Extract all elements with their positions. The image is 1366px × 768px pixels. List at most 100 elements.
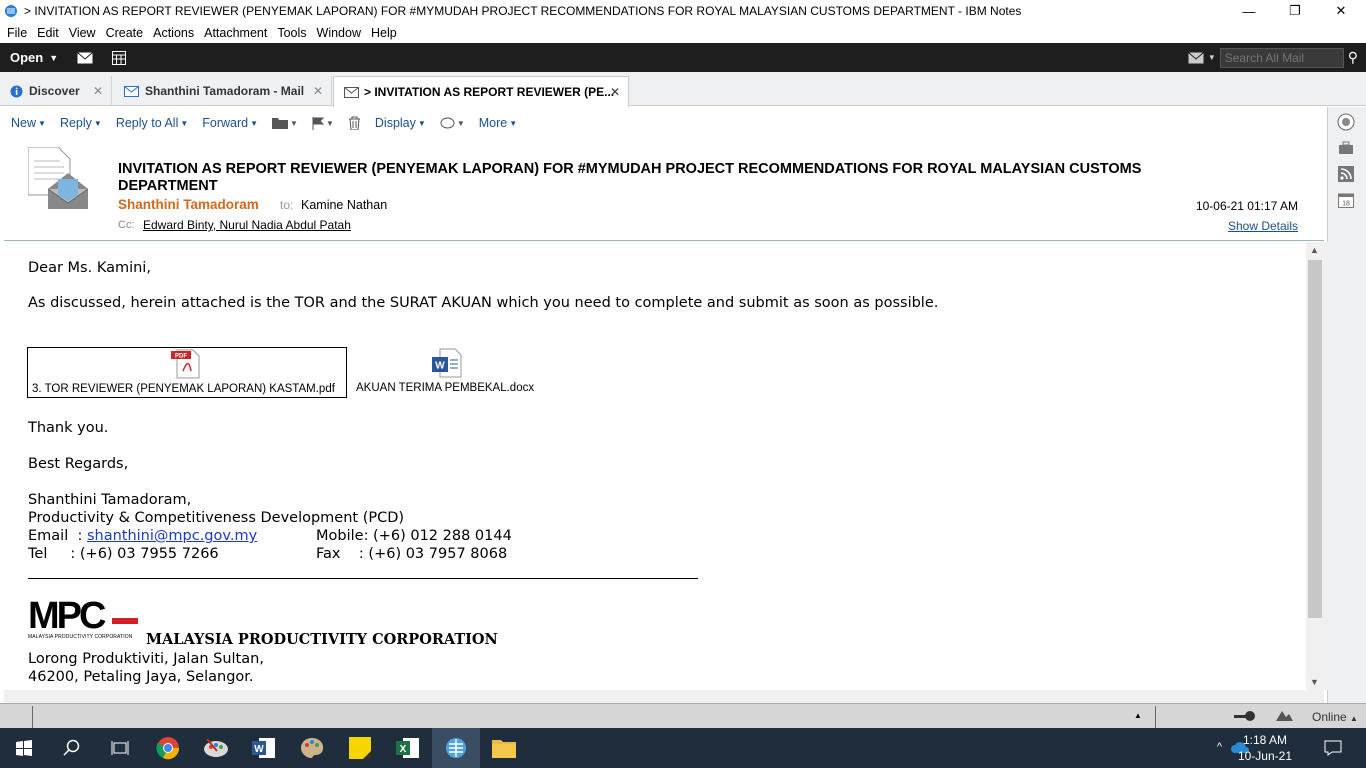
close-icon[interactable]: ✕ — [93, 84, 103, 98]
recipient-name[interactable]: Kamine Nathan — [301, 198, 387, 212]
menu-edit[interactable]: Edit — [37, 26, 59, 40]
signature-tel: Tel : (+6) 03 7955 7266 — [28, 546, 219, 562]
search-icon[interactable] — [48, 728, 96, 768]
mail-icon[interactable] — [68, 43, 102, 72]
svg-text:W: W — [254, 744, 264, 755]
ibm-notes-taskbar-icon[interactable] — [432, 728, 480, 768]
new-button[interactable]: New ▼ — [11, 116, 46, 130]
clock-date: 10-Jun-21 — [1237, 749, 1292, 763]
signature-email-row: Email : shanthini@mpc.gov.my — [28, 528, 257, 544]
online-label: Online — [1312, 710, 1347, 724]
vertical-scrollbar[interactable]: ▲ ▼ — [1306, 242, 1324, 690]
action-toolbar: New ▼ Reply ▼ Reply to All ▼ Forward ▼ ▼ ▼ D… — [0, 107, 1326, 139]
close-icon[interactable]: ✕ — [610, 85, 620, 99]
chat-button[interactable]: ▼ — [440, 117, 465, 130]
open-button[interactable]: Open ▼ — [0, 43, 68, 72]
display-button[interactable]: Display ▼ — [375, 116, 426, 130]
replication-icon[interactable] — [1274, 709, 1294, 723]
sender-name[interactable]: Shanthini Tamadoram — [118, 197, 259, 212]
paint-app-icon[interactable] — [192, 728, 240, 768]
svg-text:PDF: PDF — [175, 354, 187, 360]
more-button[interactable]: More ▼ — [479, 116, 517, 130]
feeds-icon[interactable] — [1333, 163, 1359, 185]
tab-discover[interactable]: Discover ✕ — [0, 76, 112, 106]
address-line: Lorong Produktiviti, Jalan Sultan, — [28, 651, 264, 667]
scroll-thumb[interactable] — [1308, 260, 1322, 618]
menu-view[interactable]: View — [69, 26, 96, 40]
calendar-day-icon[interactable]: 18 — [1333, 189, 1359, 211]
email-date: 10-06-21 01:17 AM — [1195, 199, 1298, 213]
folder-icon — [272, 118, 289, 129]
cc-recipient[interactable]: Nurul Nadia Abdul Patah — [219, 218, 350, 232]
forward-label: Forward — [202, 116, 249, 130]
excel-app-icon[interactable]: X — [384, 728, 432, 768]
ibm-notes-icon — [5, 5, 17, 17]
attachment-docx[interactable]: W AKUAN TERIMA PEMBEKAL.docx — [354, 347, 546, 398]
word-app-icon[interactable]: W — [240, 728, 288, 768]
clock-time: 1:18 AM — [1242, 733, 1287, 747]
cc-recipient[interactable]: Edward Binty — [143, 218, 213, 232]
email-link[interactable]: shanthini@mpc.gov.my — [87, 528, 257, 544]
chevron-up-icon: ▲ — [1350, 714, 1358, 723]
chevron-down-icon: ▼ — [180, 118, 189, 128]
key-icon[interactable] — [1234, 710, 1256, 722]
tab-label: Discover — [29, 84, 80, 98]
menu-file[interactable]: File — [7, 26, 27, 40]
menu-actions[interactable]: Actions — [153, 26, 194, 40]
restore-button[interactable]: ❐ — [1272, 0, 1318, 22]
reply-button[interactable]: Reply ▼ — [60, 116, 102, 130]
menu-window[interactable]: Window — [317, 26, 361, 40]
close-button[interactable]: ✕ — [1318, 0, 1364, 22]
status-divider — [1155, 706, 1156, 728]
notification-icon[interactable] — [1324, 740, 1342, 756]
attachment-pdf[interactable]: PDF 3. TOR REVIEWER (PENYEMAK LAPORAN) K… — [27, 347, 347, 398]
sticky-notes-icon[interactable] — [336, 728, 384, 768]
organization-name: MALAYSIA PRODUCTIVITY CORPORATION — [146, 631, 498, 648]
mpc-logo-accent — [112, 618, 138, 624]
minimize-button[interactable]: — — [1226, 0, 1272, 22]
reply-all-button[interactable]: Reply to All ▼ — [116, 116, 188, 130]
windows-start-icon[interactable] — [0, 728, 48, 768]
reply-label: Reply — [59, 116, 92, 130]
scroll-down-icon[interactable]: ▼ — [1310, 677, 1319, 687]
file-explorer-icon[interactable] — [480, 728, 528, 768]
tab-bar: Discover ✕ Shanthini Tamadoram - Mail ✕ … — [0, 72, 1366, 107]
chrome-icon[interactable] — [144, 728, 192, 768]
search-input[interactable] — [1219, 47, 1344, 68]
thanks-text: Thank you. — [28, 420, 109, 436]
horizontal-scrollbar[interactable] — [4, 690, 1324, 703]
flag-button[interactable]: ▼ — [312, 116, 334, 130]
scroll-up-icon[interactable]: ▲ — [1310, 245, 1319, 255]
attachment-docx-name: AKUAN TERIMA PEMBEKAL.docx — [356, 382, 535, 394]
panel-splitter[interactable] — [1324, 242, 1328, 690]
task-view-icon[interactable] — [96, 728, 144, 768]
sametime-icon[interactable] — [1333, 111, 1359, 133]
show-details-link[interactable]: Show Details — [1228, 219, 1298, 233]
tab-mail[interactable]: Shanthini Tamadoram - Mail ✕ — [112, 76, 332, 106]
folder-button[interactable]: ▼ — [272, 117, 298, 129]
signature-divider — [28, 578, 698, 579]
address-line: 46200, Petaling Jaya, Selangor. — [28, 669, 254, 685]
online-status[interactable]: Online ▲ — [1312, 710, 1358, 724]
greeting: Dear Ms. Kamini, — [28, 260, 151, 276]
forward-button[interactable]: Forward ▼ — [202, 116, 258, 130]
mail-scope-icon[interactable] — [1187, 51, 1204, 64]
menu-create[interactable]: Create — [106, 26, 144, 40]
chevron-up-icon[interactable]: ▲ — [1134, 711, 1142, 720]
chevron-up-icon[interactable]: ^ — [1217, 741, 1222, 753]
menu-attachment[interactable]: Attachment — [204, 26, 267, 40]
calendar-icon[interactable] — [102, 43, 136, 72]
menu-help[interactable]: Help — [371, 26, 397, 40]
menu-tools[interactable]: Tools — [277, 26, 306, 40]
close-icon[interactable]: ✕ — [313, 84, 323, 98]
mpc-logo: MPC MALAYSIA PRODUCTIVITY CORPORATION — [28, 596, 140, 642]
search-icon[interactable]: ⚲ — [1348, 49, 1358, 66]
palette-app-icon[interactable] — [288, 728, 336, 768]
system-clock[interactable]: 1:18 AM 10-Jun-21 — [1238, 732, 1292, 764]
chevron-down-icon[interactable]: ▼ — [1208, 53, 1216, 62]
info-icon — [10, 85, 23, 97]
tab-current-email[interactable]: > INVITATION AS REPORT REVIEWER (PE... ✕ — [333, 76, 629, 107]
briefcase-icon[interactable] — [1333, 137, 1359, 159]
delete-button[interactable] — [348, 116, 361, 130]
svg-text:W: W — [435, 361, 445, 372]
